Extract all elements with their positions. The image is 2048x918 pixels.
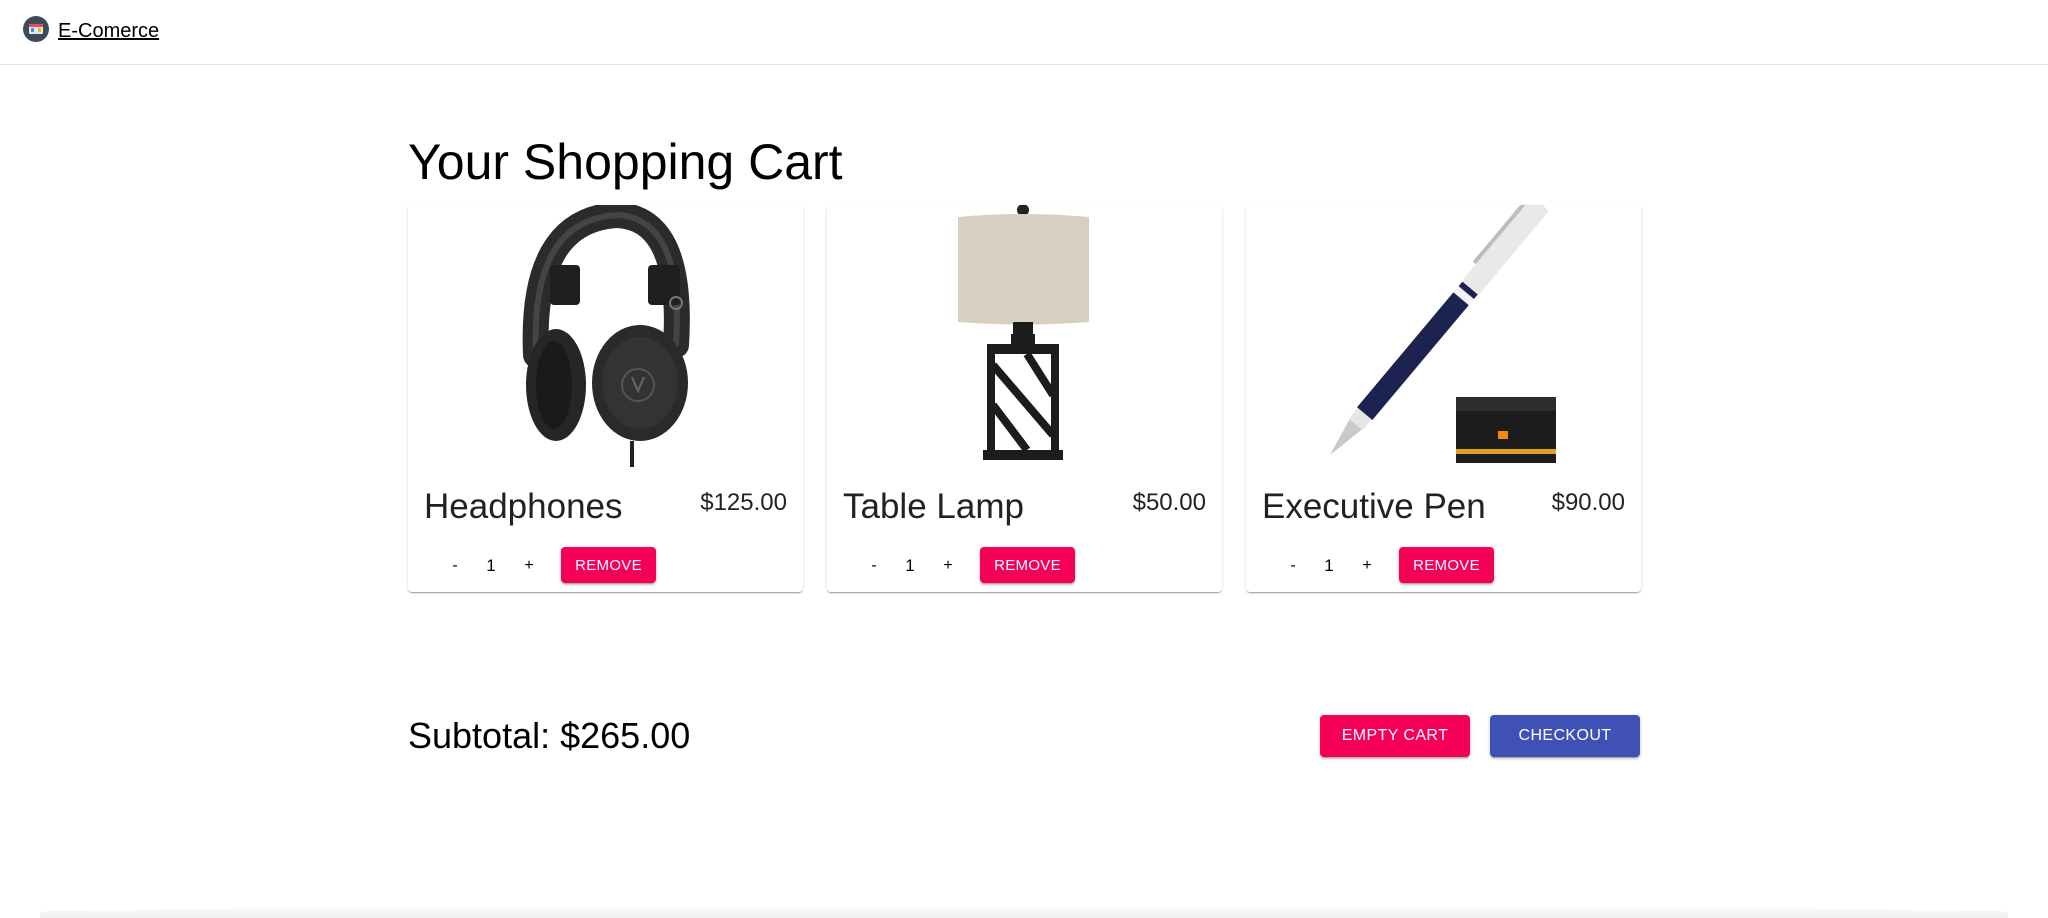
decrease-quantity-button[interactable]: - [1278,551,1308,581]
subtotal: Subtotal: $265.00 [408,715,691,756]
footer-shadow [40,906,2008,918]
product-price: $125.00 [700,489,787,516]
empty-cart-button[interactable]: Empty Cart [1320,715,1470,757]
product-name: Table Lamp [843,487,1024,526]
app-bar: E-Comerce [0,0,2048,65]
quantity-value: 1 [905,556,915,575]
decrease-quantity-button[interactable]: - [859,551,889,581]
page-title: Your Shopping Cart [408,134,843,190]
product-price: $50.00 [1132,489,1206,516]
decrease-quantity-button[interactable]: - [440,551,470,581]
product-price: $90.00 [1551,489,1625,516]
cart-item-card: Table Lamp $50.00 - 1 + Remove [827,205,1222,592]
table-lamp-image-icon [958,205,1089,460]
product-name: Executive Pen [1262,487,1486,526]
quantity-value: 1 [486,556,496,575]
increase-quantity-button[interactable]: + [1352,551,1382,581]
headphones-image-icon [522,205,690,467]
cart-item-card: Executive Pen $90.00 - 1 + Remove [1246,205,1641,592]
product-image [408,205,803,467]
store-logo-icon [23,15,49,42]
executive-pen-image-icon [1330,205,1556,463]
remove-item-button[interactable]: Remove [1399,547,1494,583]
remove-item-button[interactable]: Remove [561,547,656,583]
product-name: Headphones [424,487,623,526]
product-image [1246,205,1641,467]
product-image [827,205,1222,467]
checkout-button[interactable]: Checkout [1490,715,1640,757]
increase-quantity-button[interactable]: + [514,551,544,581]
remove-item-button[interactable]: Remove [980,547,1075,583]
brand-link[interactable]: E-Comerce [58,20,159,43]
quantity-value: 1 [1324,556,1334,575]
increase-quantity-button[interactable]: + [933,551,963,581]
brand[interactable]: E-Comerce [22,14,159,43]
cart-item-card: Headphones $125.00 - 1 + Remove [408,205,803,592]
